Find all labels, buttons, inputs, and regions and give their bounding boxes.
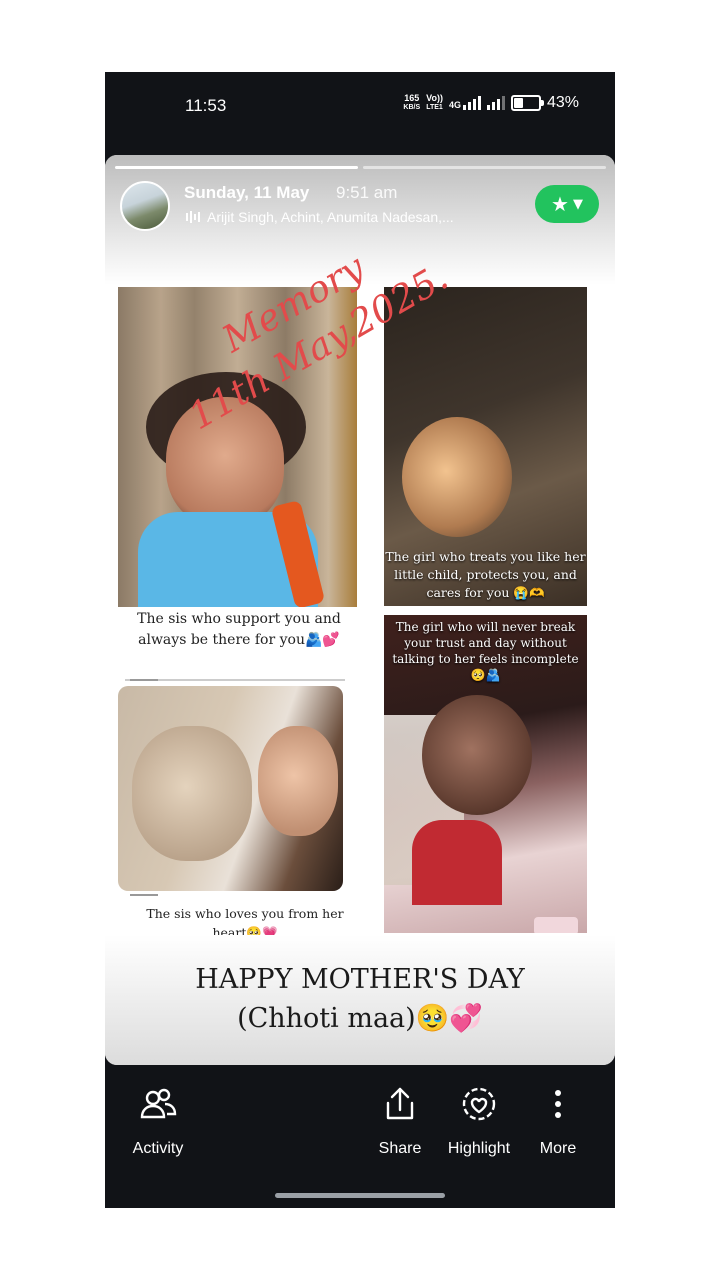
status-bar: 11:53 165 KB/S Vo)) LTE1 4G 43% [105,72,615,142]
volte-top: Vo)) [426,93,443,103]
music-bars-icon [186,211,200,223]
mothers-day-banner: HAPPY MOTHER'S DAY (Chhoti maa)🥹💞 [105,960,615,1038]
net-type: 4G [448,100,461,110]
net-speed: 165 KB/S [403,94,420,112]
activity-button[interactable]: Activity [113,1084,203,1158]
story-actions-bar: Activity Share Highlight More [105,1072,615,1182]
status-icons: 165 KB/S Vo)) LTE1 4G 43% [403,94,579,112]
music-artists: Arijit Singh, Achint, Anumita Nadesan,..… [207,209,454,225]
home-indicator[interactable] [275,1193,445,1198]
film-strip-mark [130,894,158,896]
collage-photo-teddy [118,686,343,891]
film-strip-mark [130,679,158,681]
status-time: 11:53 [185,96,227,115]
avatar[interactable] [120,181,170,231]
signal-bars-2-icon [486,96,505,110]
battery-percent: 43% [546,94,579,111]
volte-indicator: Vo)) LTE1 [426,94,443,112]
banner-line-1: HAPPY MOTHER'S DAY [195,964,525,995]
photo-face [422,695,532,815]
story-progress-segment-2 [363,166,606,169]
chevron-down-icon: ▼ [572,196,583,212]
activity-label: Activity [132,1140,184,1157]
share-icon [355,1084,445,1124]
mute-badge [534,917,578,933]
divider [125,679,345,681]
volte-bottom: LTE1 [426,104,443,111]
signal-bars-icon [462,96,481,110]
more-label: More [539,1140,577,1157]
battery-icon [510,95,544,111]
photo-red-shirt [412,820,502,905]
more-button[interactable]: More [513,1084,603,1158]
photo-caption-2: The girl who treats you like her little … [385,549,586,600]
collage-photo-blanket: The girl who will never break your trust… [384,615,587,933]
story-card[interactable]: Sunday, 11 May 9:51 am Arijit Singh, Ach… [105,155,615,1065]
highlight-label: Highlight [447,1140,511,1157]
share-button[interactable]: Share [355,1084,445,1158]
story-date: Sunday, 11 May [184,183,310,202]
phone-screen: 11:53 165 KB/S Vo)) LTE1 4G 43% Sunday, … [105,72,615,1208]
collage-photo-sunlit: The girl who treats you like her little … [384,287,587,606]
photo-face [402,417,512,537]
highlight-button[interactable]: Highlight [434,1084,524,1158]
people-icon [113,1084,203,1124]
banner-line-2: (Chhoti maa)🥹💞 [237,1003,483,1034]
highlight-icon [434,1084,524,1124]
star-icon: ★ [551,192,569,216]
net-speed-unit: KB/S [403,104,421,111]
net-speed-value: 165 [404,93,420,103]
photo-caption-4: The girl who will never break your trust… [392,620,579,682]
more-dots-icon [513,1084,603,1124]
signal-4g: 4G [449,96,481,110]
photo-caption-1: The sis who support you and always be th… [137,611,341,648]
share-label: Share [378,1140,422,1157]
story-time: 9:51 am [336,183,398,202]
photo-face [258,726,338,836]
story-progress-segment-1 [115,166,358,169]
favorite-button[interactable]: ★ ▼ [535,185,599,223]
teddy-bear [132,726,252,861]
